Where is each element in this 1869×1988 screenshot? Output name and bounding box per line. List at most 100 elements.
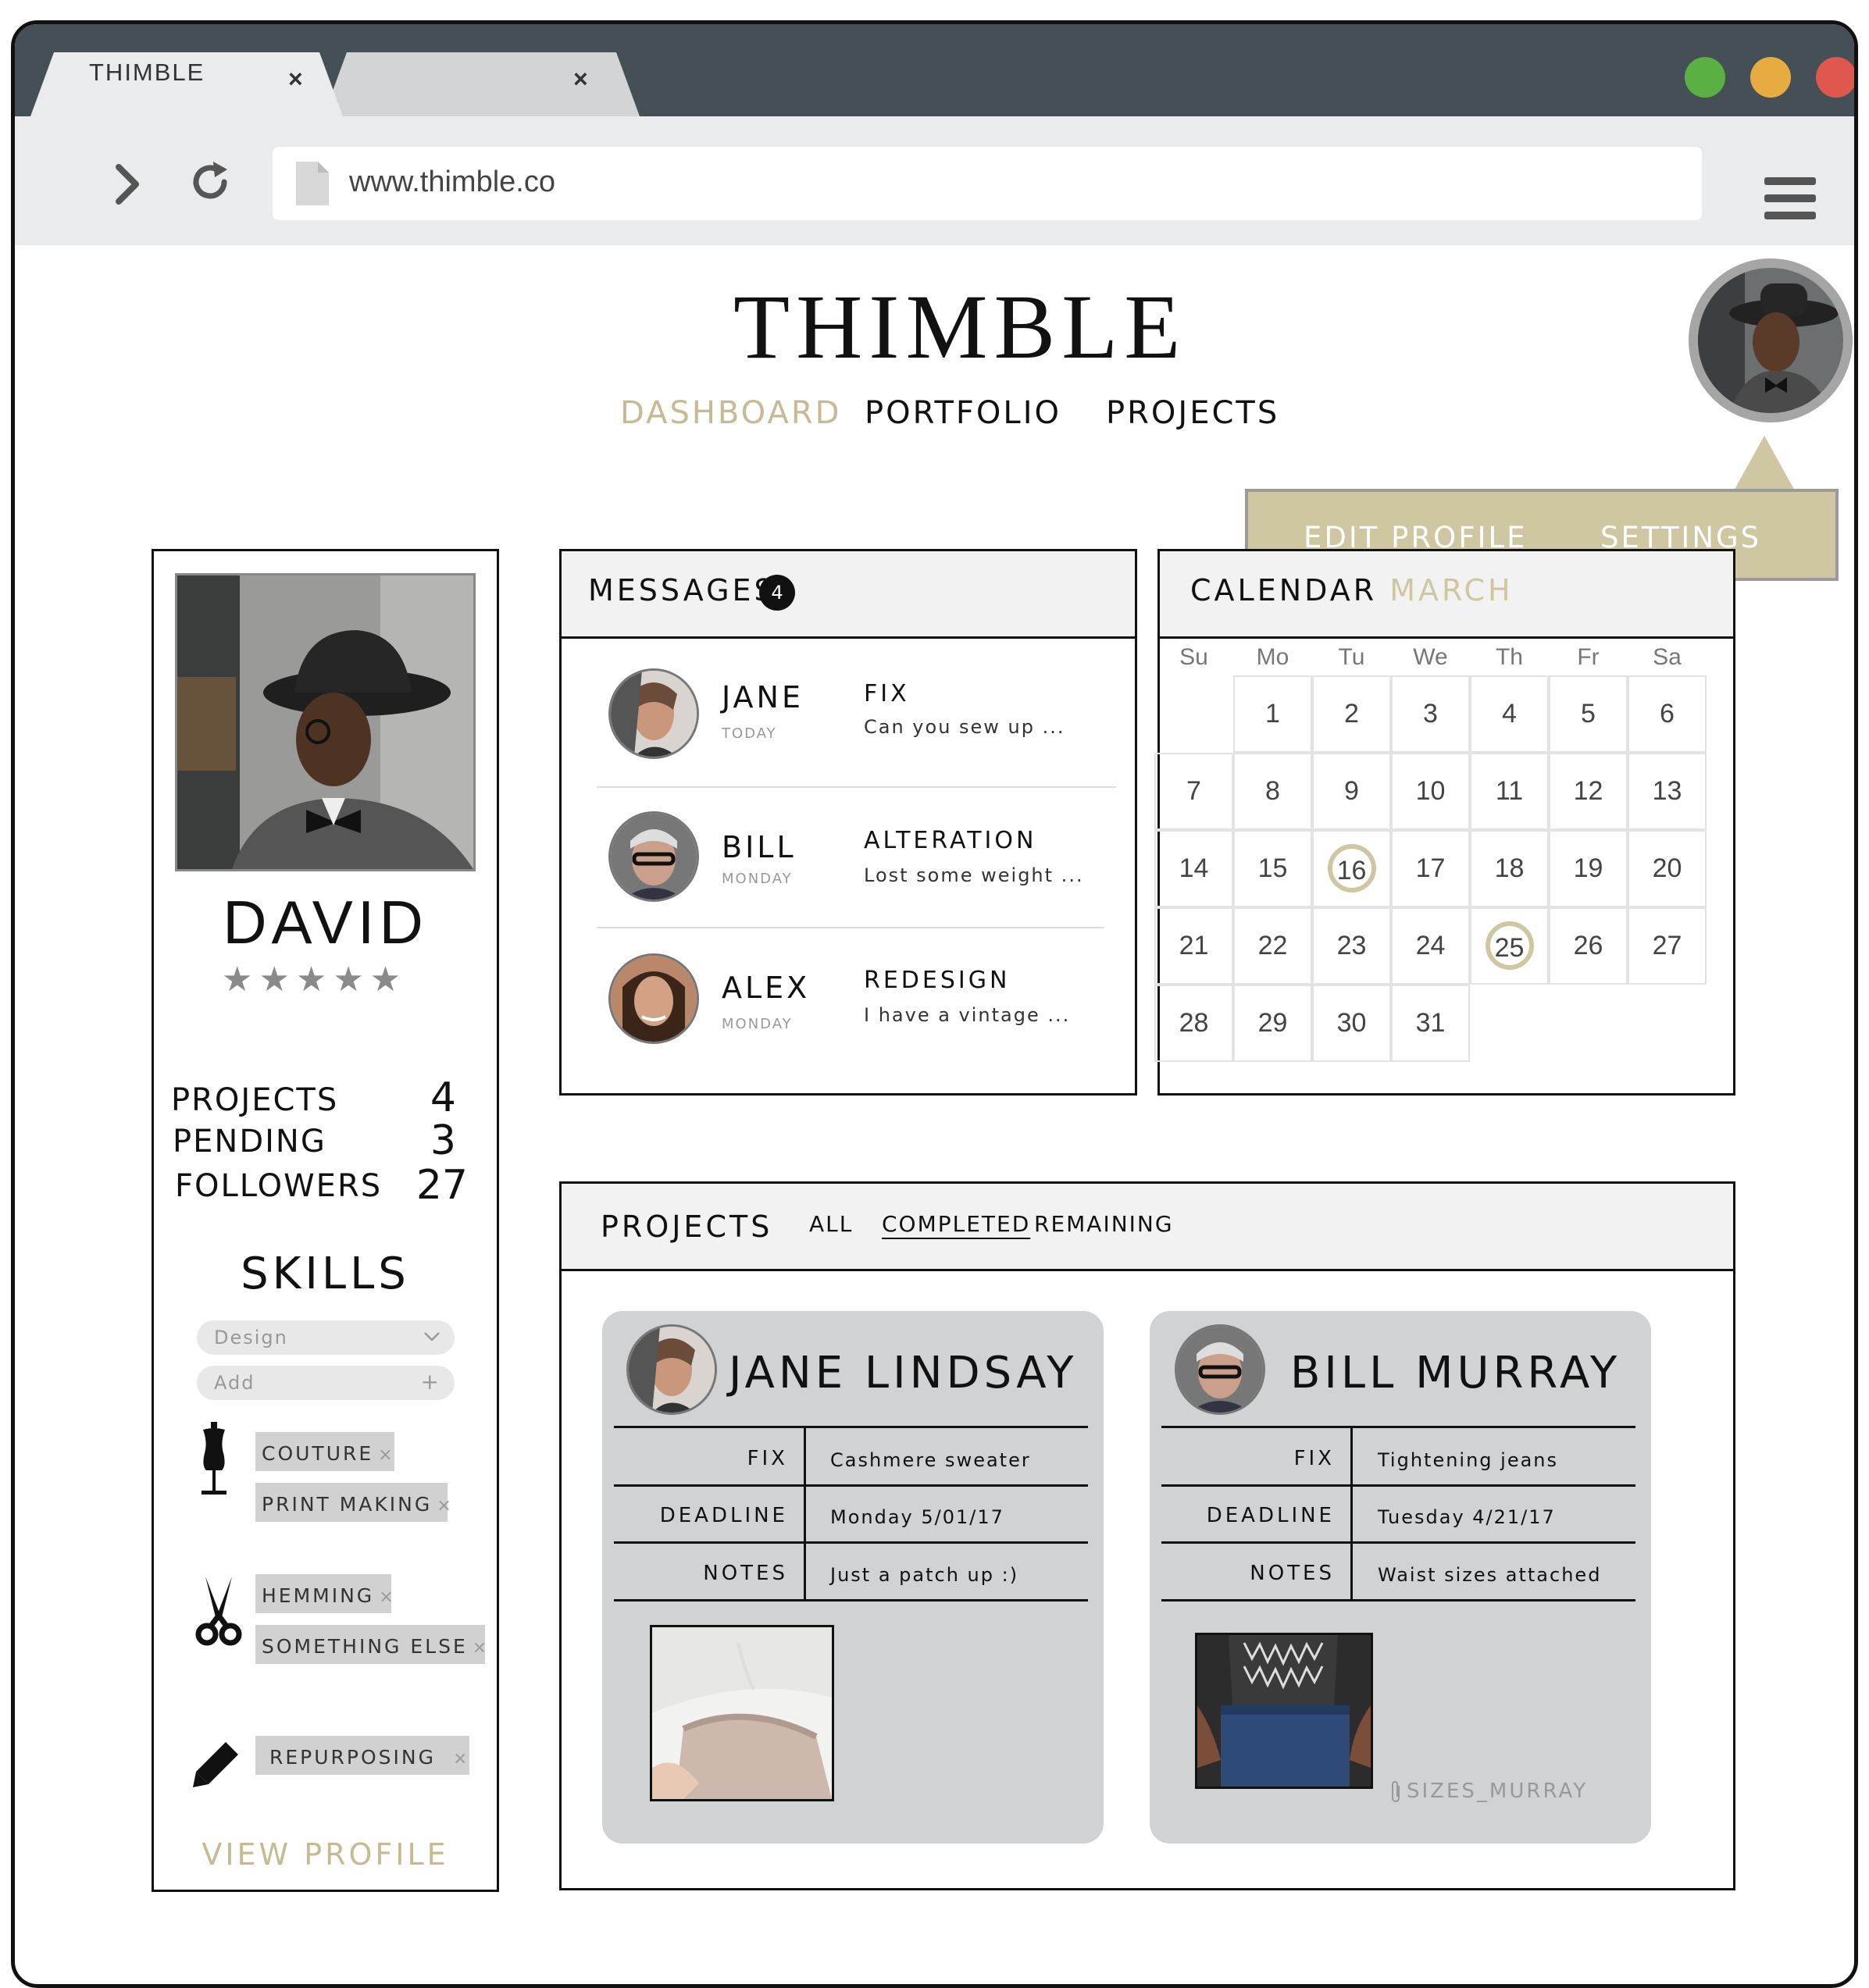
calendar-day[interactable]: 27	[1628, 907, 1707, 985]
calendar-day[interactable]: 8	[1233, 753, 1312, 830]
stat-label-pending: PENDING	[173, 1124, 326, 1160]
calendar-day[interactable]: 25	[1470, 907, 1549, 985]
skills-title: SKILLS	[241, 1249, 410, 1299]
remove-tag-icon[interactable]: ×	[473, 1638, 489, 1658]
tab-close-icon[interactable]: ×	[288, 65, 303, 94]
tab-title: THIMBLE	[89, 59, 205, 86]
weekday-label: Th	[1495, 644, 1523, 670]
rating-stars: ★★★★★	[222, 960, 408, 999]
avatar[interactable]	[608, 953, 699, 1044]
calendar-day[interactable]: 7	[1154, 753, 1233, 830]
remove-tag-icon[interactable]: ×	[379, 1587, 395, 1607]
site-logo[interactable]: THIMBLE	[733, 274, 1186, 380]
calendar-day[interactable]: 10	[1391, 753, 1470, 830]
calendar-day[interactable]: 31	[1391, 985, 1470, 1062]
calendar-day[interactable]: 11	[1470, 753, 1549, 830]
skill-tag[interactable]: COUTURE ×	[255, 1432, 394, 1471]
divider	[1161, 1484, 1635, 1487]
weekday-label: Fr	[1577, 644, 1600, 670]
tab-remaining[interactable]: REMAINING	[1034, 1211, 1174, 1237]
message-sender: JANE	[722, 680, 804, 714]
view-profile-link[interactable]: VIEW PROFILE	[152, 1837, 499, 1872]
reload-icon[interactable]	[187, 159, 234, 205]
message-subject: REDESIGN	[864, 967, 1011, 994]
divider	[1161, 1426, 1635, 1428]
calendar-day[interactable]: 14	[1154, 830, 1233, 907]
tab-close-icon[interactable]: ×	[573, 65, 588, 94]
nav-portfolio[interactable]: PORTFOLIO	[865, 395, 1061, 431]
avatar[interactable]	[608, 811, 699, 902]
calendar-day[interactable]: 9	[1312, 753, 1391, 830]
tab-all[interactable]: ALL	[809, 1211, 853, 1237]
avatar[interactable]	[608, 668, 699, 759]
calendar-day[interactable]: 17	[1391, 830, 1470, 907]
project-fix: Tightening jeans	[1378, 1449, 1559, 1471]
skill-tag[interactable]: REPURPOSING ×	[255, 1736, 469, 1775]
skill-tag[interactable]: PRINT MAKING ×	[255, 1483, 451, 1522]
project-fix: Cashmere sweater	[830, 1449, 1031, 1471]
row-label-fix: FIX	[747, 1447, 788, 1470]
stat-value-followers: 27	[416, 1162, 468, 1209]
calendar-day[interactable]: 6	[1628, 675, 1707, 753]
divider	[614, 1426, 1088, 1428]
nav-projects[interactable]: PROJECTS	[1106, 395, 1279, 431]
calendar-day[interactable]: 3	[1391, 675, 1470, 753]
forward-icon[interactable]	[112, 161, 144, 208]
remove-tag-icon[interactable]: ×	[378, 1445, 394, 1465]
close-window-button[interactable]	[1816, 57, 1854, 98]
calendar-day[interactable]: 21	[1154, 907, 1233, 985]
calendar-day[interactable]: 2	[1312, 675, 1391, 753]
calendar-day[interactable]: 4	[1470, 675, 1549, 753]
nav-dashboard[interactable]: DASHBOARD	[620, 395, 841, 431]
message-day: MONDAY	[722, 1016, 793, 1032]
weekday-label: Tu	[1338, 644, 1365, 670]
divider	[614, 1599, 1088, 1601]
message-day: TODAY	[722, 725, 777, 742]
calendar-day[interactable]: 18	[1470, 830, 1549, 907]
tab-completed[interactable]: COMPLETED	[882, 1211, 1030, 1237]
message-subject: ALTERATION	[864, 827, 1037, 854]
calendar-day[interactable]: 19	[1549, 830, 1628, 907]
calendar-day[interactable]: 12	[1549, 753, 1628, 830]
remove-tag-icon[interactable]: ×	[437, 1496, 453, 1516]
message-count-badge: 4	[759, 575, 795, 611]
stat-value-projects: 4	[430, 1074, 456, 1121]
skill-tag[interactable]: SOMETHING ELSE ×	[255, 1625, 487, 1664]
project-photo[interactable]	[650, 1625, 834, 1801]
project-photo[interactable]	[1195, 1633, 1373, 1789]
weekday-label: Mo	[1256, 644, 1289, 670]
calendar-day[interactable]: 1	[1233, 675, 1312, 753]
calendar-day[interactable]: 28	[1154, 985, 1233, 1062]
calendar-day[interactable]: 23	[1312, 907, 1391, 985]
skill-tag[interactable]: HEMMING ×	[255, 1574, 394, 1613]
message-preview[interactable]: Can you sew up ...	[864, 716, 1065, 738]
calendar-day[interactable]: 20	[1628, 830, 1707, 907]
calendar-day[interactable]: 16	[1312, 830, 1391, 907]
plus-icon[interactable]: +	[421, 1369, 440, 1395]
message-preview[interactable]: Lost some weight ...	[864, 864, 1084, 886]
browser-tab-2[interactable]	[323, 52, 640, 116]
stat-label-projects: PROJECTS	[171, 1082, 339, 1118]
calendar-day[interactable]: 24	[1391, 907, 1470, 985]
minimize-button[interactable]	[1750, 57, 1791, 98]
calendar-day[interactable]: 5	[1549, 675, 1628, 753]
stat-label-followers: FOLLOWERS	[175, 1168, 383, 1204]
calendar-day[interactable]: 13	[1628, 753, 1707, 830]
user-avatar[interactable]	[1689, 258, 1853, 422]
maximize-button[interactable]	[1685, 57, 1725, 98]
hamburger-menu-icon[interactable]	[1764, 177, 1816, 223]
remove-tag-icon[interactable]: ×	[453, 1749, 469, 1769]
pencil-icon	[193, 1742, 238, 1787]
project-notes: Waist sizes attached	[1378, 1564, 1602, 1586]
message-preview[interactable]: I have a vintage ...	[864, 1004, 1070, 1026]
attachment-link[interactable]: SIZES_MURRAY	[1407, 1780, 1588, 1803]
calendar-day[interactable]: 15	[1233, 830, 1312, 907]
add-skill-input[interactable]: Add +	[197, 1366, 455, 1400]
calendar-day[interactable]: 29	[1233, 985, 1312, 1062]
calendar-day[interactable]: 30	[1312, 985, 1391, 1062]
page-icon	[296, 162, 329, 205]
calendar-day[interactable]: 22	[1233, 907, 1312, 985]
skill-category-select[interactable]: Design	[197, 1320, 455, 1355]
url-text[interactable]: www.thimble.co	[349, 166, 555, 199]
calendar-day[interactable]: 26	[1549, 907, 1628, 985]
